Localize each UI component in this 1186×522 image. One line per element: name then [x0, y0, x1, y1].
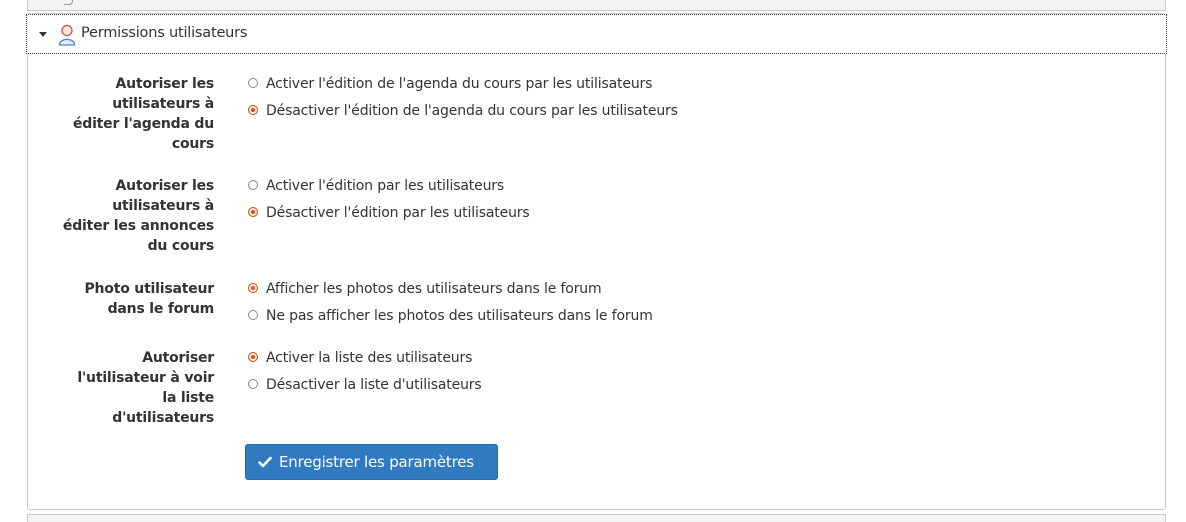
setting-label-line: Photo utilisateur — [84, 281, 214, 297]
user-icon — [58, 24, 76, 46]
setting-label-line: Autoriser — [142, 350, 214, 366]
setting-label-line: Autoriser les — [115, 178, 215, 194]
permissions-panel: Permissions utilisateurs Autoriser les ut… — [26, 13, 1167, 510]
check-icon — [258, 456, 272, 468]
setting-label-line: utilisateurs à — [112, 198, 214, 214]
setting-label-line: l'utilisateur à voir — [77, 370, 214, 386]
radio-option-label[interactable]: Désactiver la liste d'utilisateurs — [266, 375, 482, 395]
radio-option-label[interactable]: Activer l'édition de l'agenda du cours p… — [266, 74, 652, 94]
setting-label-line: du cours — [147, 238, 215, 254]
radio-button[interactable] — [248, 310, 258, 320]
setting-label-line: utilisateurs à — [112, 96, 214, 112]
radio-button-selected[interactable] — [248, 352, 258, 362]
radio-button[interactable] — [248, 379, 258, 389]
radio-option-label[interactable]: Ne pas afficher les photos des utilisate… — [266, 306, 653, 326]
panel-title: Permissions utilisateurs — [81, 25, 248, 41]
radio-button-selected[interactable] — [248, 283, 258, 293]
radio-button-selected[interactable] — [248, 105, 258, 115]
setting-label-line: Autoriser les — [115, 76, 215, 92]
setting-label-line: d'utilisateurs — [112, 410, 214, 426]
panel-header-toggle[interactable]: Permissions utilisateurs — [26, 14, 1167, 54]
previous-panel-edge — [27, 0, 1166, 11]
radio-option-label[interactable]: Désactiver l'édition par les utilisateur… — [266, 203, 530, 223]
save-button-label: Enregistrer les paramètres — [279, 453, 474, 471]
setting-label: Autoriser l'utilisateur à voir la liste d'u… — [44, 348, 214, 428]
caret-down-icon[interactable] — [39, 32, 47, 37]
setting-label: Autoriser les utilisateurs à éditer les an… — [44, 176, 214, 256]
radio-button-selected[interactable] — [248, 207, 258, 217]
setting-label-line: la liste — [162, 390, 214, 406]
radio-button[interactable] — [248, 180, 258, 190]
setting-label-line: dans le forum — [107, 301, 215, 317]
radio-option-label[interactable]: Désactiver l'édition de l'agenda du cour… — [266, 101, 678, 121]
next-panel-edge — [27, 514, 1166, 522]
setting-label-line: éditer les annonces — [62, 218, 214, 234]
setting-label: Autoriser les utilisateurs à éditer l'agen… — [44, 74, 214, 154]
setting-label-line: cours — [171, 136, 214, 152]
setting-label-line: éditer l'agenda du — [72, 116, 214, 132]
collapse-marker-icon — [64, 0, 73, 5]
save-settings-button[interactable]: Enregistrer les paramètres — [245, 444, 498, 480]
setting-label: Photo utilisateur dans le forum — [44, 279, 214, 319]
radio-option-label[interactable]: Activer l'édition par les utilisateurs — [266, 176, 504, 196]
radio-option-label[interactable]: Afficher les photos des utilisateurs dan… — [266, 279, 602, 299]
radio-button[interactable] — [248, 78, 258, 88]
radio-option-label[interactable]: Activer la liste des utilisateurs — [266, 348, 472, 368]
